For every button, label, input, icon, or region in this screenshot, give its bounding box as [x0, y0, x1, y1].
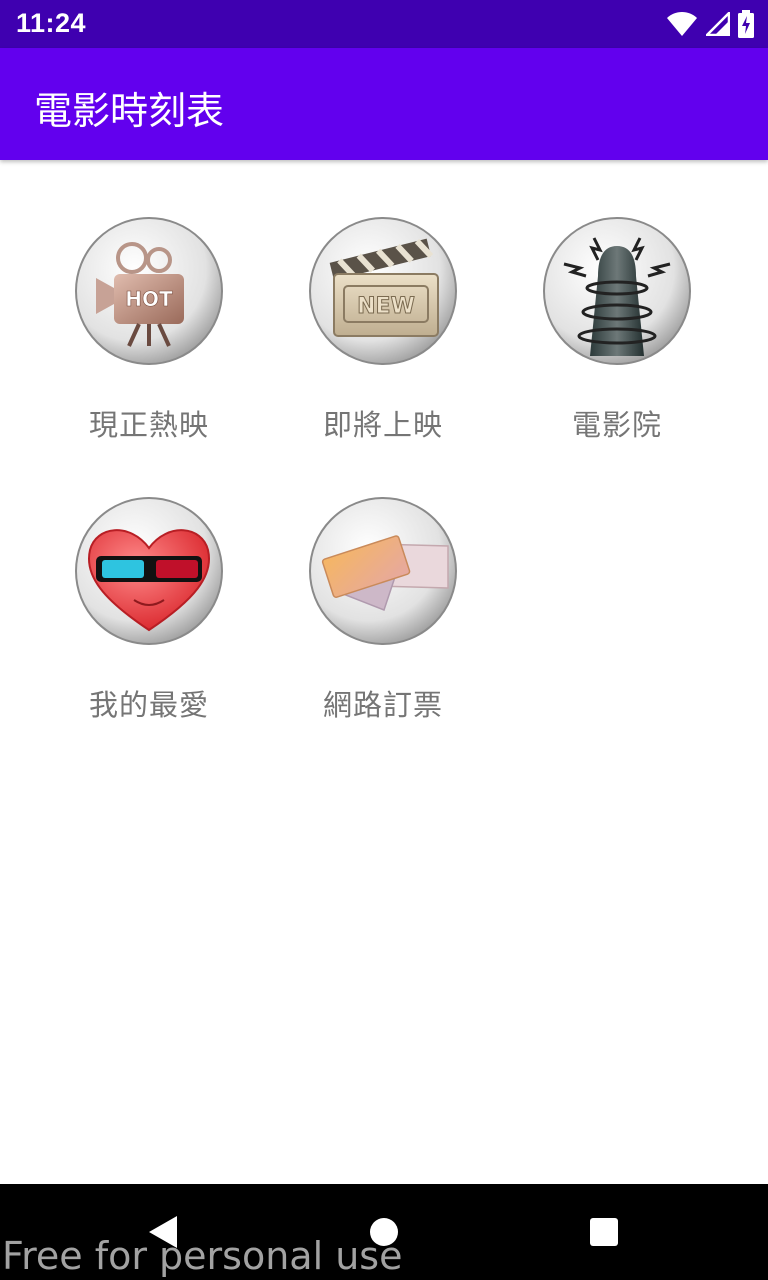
app-title: 電影時刻表	[34, 89, 225, 133]
menu-item-favorites[interactable]: 我的最愛	[32, 440, 266, 722]
menu-item-label: 即將上映	[322, 408, 443, 442]
menu-item-label: 我的最愛	[88, 688, 209, 722]
cinema-tower-icon	[542, 216, 692, 366]
status-time: 11:24	[16, 8, 87, 38]
svg-text:NEW: NEW	[357, 294, 415, 319]
menu-item-label: 現正熱映	[88, 408, 209, 442]
signal-icon	[706, 12, 730, 36]
recents-icon	[590, 1218, 618, 1246]
app-bar: 電影時刻表	[0, 48, 768, 160]
menu-item-now-showing[interactable]: HOT 現正熱映	[32, 160, 266, 442]
status-bar: 11:24	[0, 0, 768, 48]
heart-3d-glasses-icon	[74, 496, 224, 646]
menu-item-coming-soon[interactable]: NEW 即將上映	[266, 160, 500, 442]
new-clapperboard-icon: NEW	[308, 216, 458, 366]
svg-text:HOT: HOT	[125, 287, 173, 311]
status-icons	[666, 10, 754, 38]
battery-icon	[738, 10, 754, 38]
menu-item-label: 電影院	[571, 408, 662, 442]
tickets-icon	[308, 496, 458, 646]
menu-item-online-booking[interactable]: 網路訂票	[266, 440, 500, 722]
wifi-icon	[667, 12, 697, 36]
menu-item-cinemas[interactable]: 電影院	[500, 160, 734, 442]
menu-item-label: 網路訂票	[322, 688, 443, 722]
watermark: Free for personal use	[2, 1234, 403, 1278]
hot-movie-camera-icon: HOT	[74, 216, 224, 366]
recents-button[interactable]	[574, 1202, 634, 1262]
